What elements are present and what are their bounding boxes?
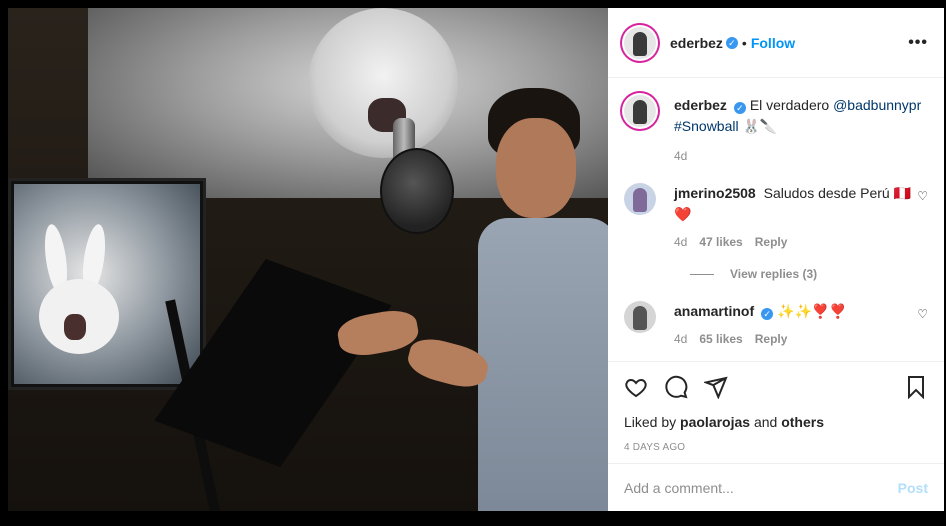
action-icons xyxy=(624,372,928,402)
author-avatar[interactable] xyxy=(624,26,656,59)
author-username[interactable]: ederbez xyxy=(670,35,723,51)
view-replies-label[interactable]: View replies (3) xyxy=(730,267,817,281)
comments-list[interactable]: ederbez ✓ El verdadero @badbunnypr #Snowb… xyxy=(608,79,944,361)
reply-button[interactable]: Reply xyxy=(755,235,788,249)
comment-time[interactable]: 4d xyxy=(674,235,687,249)
caption-time[interactable]: 4d xyxy=(674,149,687,163)
follow-button[interactable]: Follow xyxy=(751,35,795,51)
commenter-avatar[interactable] xyxy=(624,183,656,215)
comment-username[interactable]: jmerino2508 xyxy=(674,185,756,201)
comment-meta: 4d 65 likes Reply xyxy=(674,332,924,346)
post-header: ederbez ✓ • Follow ••• xyxy=(608,8,944,78)
caption-meta: 4d xyxy=(674,149,924,163)
comment-likes[interactable]: 65 likes xyxy=(699,332,742,346)
comment-like-heart-icon[interactable]: ♡ xyxy=(917,307,928,321)
person xyxy=(468,88,608,511)
verified-badge-icon: ✓ xyxy=(725,36,738,49)
post-side-panel: ederbez ✓ • Follow ••• ederbez ✓ El verda… xyxy=(608,8,944,511)
view-replies-button[interactable]: View replies (3) xyxy=(690,267,928,281)
liked-by-prefix: Liked by xyxy=(624,414,681,430)
caption-avatar[interactable] xyxy=(624,95,656,127)
comment-like-heart-icon[interactable]: ♡ xyxy=(917,189,928,203)
comment-bubble-icon[interactable] xyxy=(664,375,688,399)
reply-button[interactable]: Reply xyxy=(755,332,788,346)
replies-line xyxy=(690,273,714,275)
liked-by-others[interactable]: others xyxy=(781,414,824,430)
liked-by: Liked by paolarojas and others xyxy=(624,414,928,430)
separator-dot: • xyxy=(741,34,747,51)
caption-username[interactable]: ederbez xyxy=(674,97,727,113)
add-comment-bar: Post xyxy=(608,463,944,511)
save-bookmark-icon[interactable] xyxy=(904,375,928,399)
mention-link[interactable]: @badbunnypr xyxy=(833,97,921,113)
commenter-avatar[interactable] xyxy=(624,301,656,333)
like-heart-icon[interactable] xyxy=(624,375,648,399)
post-modal: ederbez ✓ • Follow ••• ederbez ✓ El verda… xyxy=(8,8,944,511)
comment-item: anamartinof ✓ ✨✨❣️❣️ 4d 65 likes Reply ♡ xyxy=(624,301,928,346)
caption-text: El verdadero xyxy=(749,97,834,113)
add-comment-input[interactable] xyxy=(624,479,898,496)
verified-badge-icon: ✓ xyxy=(761,308,774,320)
monitor-bunny xyxy=(34,222,124,374)
liked-by-and: and xyxy=(750,414,782,430)
projected-bunny xyxy=(308,8,458,158)
more-dots-icon[interactable]: ••• xyxy=(908,34,928,52)
pop-filter xyxy=(380,148,454,234)
post-photo[interactable] xyxy=(8,8,608,511)
comment-time[interactable]: 4d xyxy=(674,332,687,346)
verified-badge-icon: ✓ xyxy=(733,102,746,114)
hashtag-link[interactable]: #Snowball xyxy=(674,118,739,134)
comment-username[interactable]: anamartinof xyxy=(674,303,754,319)
comment-text: Saludos desde Perú xyxy=(763,185,890,201)
comment-likes[interactable]: 47 likes xyxy=(699,235,742,249)
caption: ederbez ✓ El verdadero @badbunnypr #Snowb… xyxy=(624,95,928,163)
post-date[interactable]: 4 DAYS AGO xyxy=(624,442,928,453)
music-stand xyxy=(128,238,392,511)
post-actions: Liked by paolarojas and others 4 DAYS AG… xyxy=(608,361,944,453)
caption-emoji: 🐰🔪 xyxy=(742,118,778,134)
comment-item: jmerino2508 Saludos desde Perú 🇵🇪❤️ 4d 4… xyxy=(624,183,928,249)
liked-by-user[interactable]: paolarojas xyxy=(680,414,750,430)
post-button[interactable]: Post xyxy=(898,480,928,496)
comment-text: ✨✨❣️❣️ xyxy=(777,303,847,319)
share-send-icon[interactable] xyxy=(704,375,728,399)
comment-meta: 4d 47 likes Reply xyxy=(674,235,924,249)
